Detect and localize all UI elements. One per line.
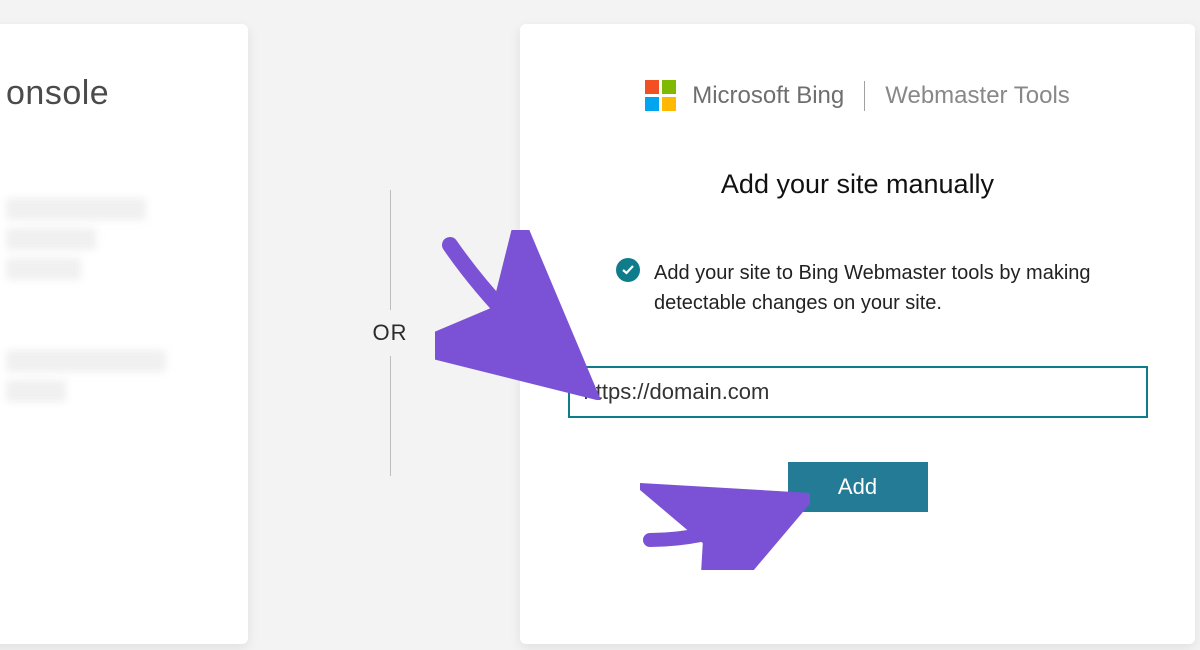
brand-separator xyxy=(864,81,865,111)
or-divider: OR xyxy=(360,190,420,476)
add-button[interactable]: Add xyxy=(788,462,928,512)
blurred-line xyxy=(6,380,66,402)
section-title: Add your site manually xyxy=(520,169,1195,200)
brand-header: Microsoft Bing Webmaster Tools xyxy=(520,80,1195,111)
brand-text-bing: Microsoft Bing xyxy=(692,82,844,110)
blurred-content-group xyxy=(0,198,248,280)
add-site-panel: Microsoft Bing Webmaster Tools Add your … xyxy=(520,24,1195,644)
left-panel-title-fragment: onsole xyxy=(6,74,248,113)
blurred-line xyxy=(6,258,81,280)
microsoft-logo-icon xyxy=(645,80,676,111)
site-url-input[interactable] xyxy=(568,366,1148,418)
blurred-line xyxy=(6,350,166,372)
brand-text-webmaster: Webmaster Tools xyxy=(885,82,1070,110)
left-panel-search-console: onsole xyxy=(0,24,248,644)
blurred-line xyxy=(6,198,146,220)
divider-line-bottom xyxy=(390,356,391,476)
blurred-content-group xyxy=(0,350,248,402)
divider-line-top xyxy=(390,190,391,310)
description-row: Add your site to Bing Webmaster tools by… xyxy=(616,258,1135,318)
or-label: OR xyxy=(373,320,408,346)
description-text: Add your site to Bing Webmaster tools by… xyxy=(654,258,1135,318)
blurred-line xyxy=(6,228,96,250)
checkmark-icon xyxy=(616,258,640,282)
